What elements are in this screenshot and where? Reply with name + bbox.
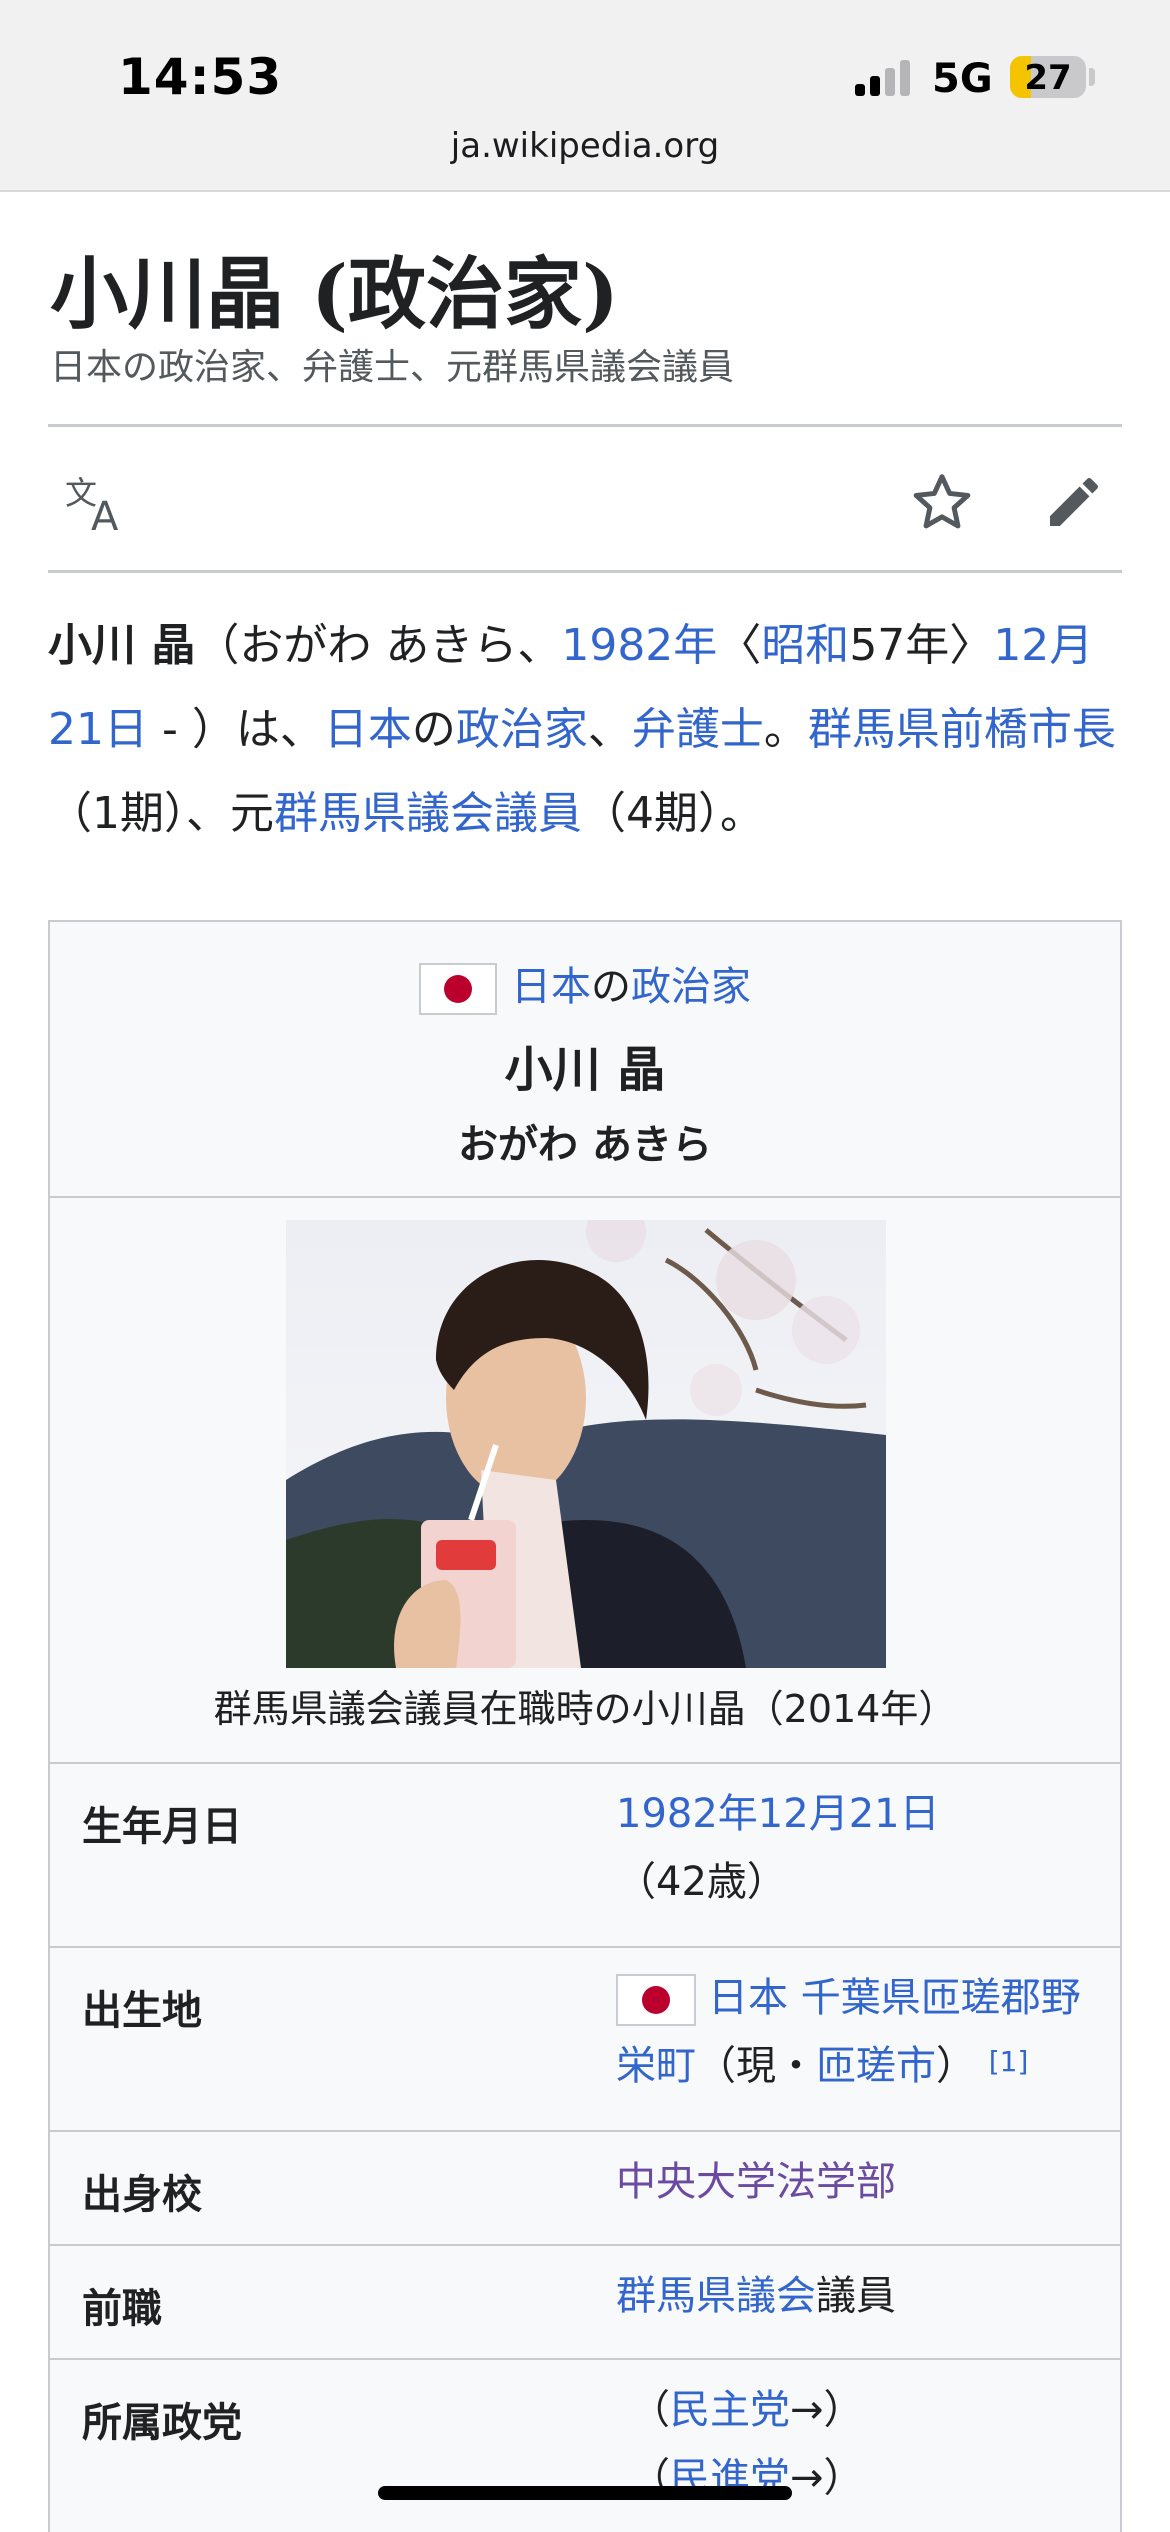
row-label: 前職 [82, 2286, 162, 2332]
lead-paragraph: 小川 晶（おがわ あきら、1982年〈昭和57年〉12月21日 - ）は、日本の… [48, 620, 1116, 839]
portrait-photo[interactable] [286, 1220, 886, 1668]
link-chuo-law[interactable]: 中央大学法学部 [616, 2159, 896, 2205]
infobox-name: 小川 晶 [504, 1042, 666, 1098]
row-label: 生年月日 [82, 1804, 242, 1850]
link-japan[interactable]: 日本 [511, 964, 591, 1010]
link-birthdate[interactable]: 1982年12月21日 [616, 1791, 940, 1837]
row-label: 出生地 [82, 1988, 202, 2034]
battery-icon: 27 [1010, 56, 1086, 98]
link-sosa-city[interactable]: 匝瑳市 [816, 2043, 936, 2089]
status-time: 14:53 [118, 48, 283, 106]
link-maebashi-mayor[interactable]: 群馬県前橋市長 [808, 704, 1116, 755]
infobox-category: 日本の政治家 [50, 954, 1120, 1015]
infobox-kana: おがわ あきら [458, 1122, 712, 1168]
infobox-row-previous-job: 前職 群馬県議会議員 [50, 2244, 1120, 2358]
page-title: 小川晶 (政治家) [50, 249, 619, 340]
infobox-row-birthdate: 生年月日 1982年12月21日（42歳） [50, 1762, 1120, 1946]
row-label: 所属政党 [82, 2400, 242, 2446]
status-bar: 14:53 5G 27 ja.wikipedia.org [0, 0, 1170, 192]
party-line: （民進党→） [630, 2455, 864, 2501]
infobox-row-birthplace: 出生地 日本 千葉県匝瑳郡野栄町（現・匝瑳市） [1] [50, 1946, 1120, 2130]
infobox-row-school: 出身校 中央大学法学部 [50, 2130, 1120, 2244]
link-lawyer[interactable]: 弁護士 [632, 704, 764, 755]
link-showa[interactable]: 昭和 [761, 620, 849, 671]
battery-level: 27 [1024, 58, 1072, 98]
page-subtitle: 日本の政治家、弁護士、元群馬県議会議員 [50, 347, 735, 388]
row-value: 1982年12月21日（42歳） [616, 1791, 940, 1905]
link-politician[interactable]: 政治家 [631, 964, 751, 1010]
link-1982[interactable]: 1982年 [561, 620, 717, 671]
edit-pencil-icon[interactable] [1034, 462, 1114, 542]
link-politician[interactable]: 政治家 [456, 704, 588, 755]
address-bar-url[interactable]: ja.wikipedia.org [0, 126, 1170, 166]
japan-flag-icon[interactable] [616, 1974, 696, 2026]
star-icon[interactable] [902, 462, 982, 542]
row-value: 日本 千葉県匝瑳郡野栄町（現・匝瑳市） [1] [616, 1974, 1081, 2089]
infobox: 日本の政治家 小川 晶 おがわ あきら 群馬県議会議員在職時の小川晶（2014年… [48, 920, 1122, 2532]
link-democratic-party[interactable]: 民主党 [670, 2387, 790, 2433]
infobox-row-party: 所属政党 （民主党→） （民進党→） [50, 2358, 1120, 2532]
link-japan[interactable]: 日本 [708, 1975, 788, 2021]
link-japan[interactable]: 日本 [324, 704, 412, 755]
divider [48, 570, 1122, 573]
party-line: （民主党→） [630, 2387, 864, 2433]
svg-text:A: A [91, 494, 119, 534]
home-indicator[interactable] [378, 2486, 792, 2500]
japan-flag-icon[interactable] [419, 963, 497, 1015]
link-gunma-assembly[interactable]: 群馬県議会 [616, 2273, 816, 2319]
row-value: 群馬県議会議員 [616, 2273, 896, 2319]
translate-icon[interactable]: 文 A [56, 462, 136, 542]
signal-strength-icon [855, 60, 915, 96]
lead-name: 小川 晶 [48, 620, 196, 671]
reference-1[interactable]: [1] [989, 2045, 1029, 2078]
infobox-header: 日本の政治家 小川 晶 おがわ あきら [50, 922, 1120, 1198]
network-type: 5G [932, 56, 993, 102]
row-value: 中央大学法学部 [616, 2148, 1106, 2216]
photo-caption: 群馬県議会議員在職時の小川晶（2014年） [213, 1687, 957, 1731]
divider [48, 424, 1122, 427]
row-label: 出身校 [82, 2172, 202, 2218]
link-gunma-assembly[interactable]: 群馬県議会議員 [274, 788, 582, 839]
